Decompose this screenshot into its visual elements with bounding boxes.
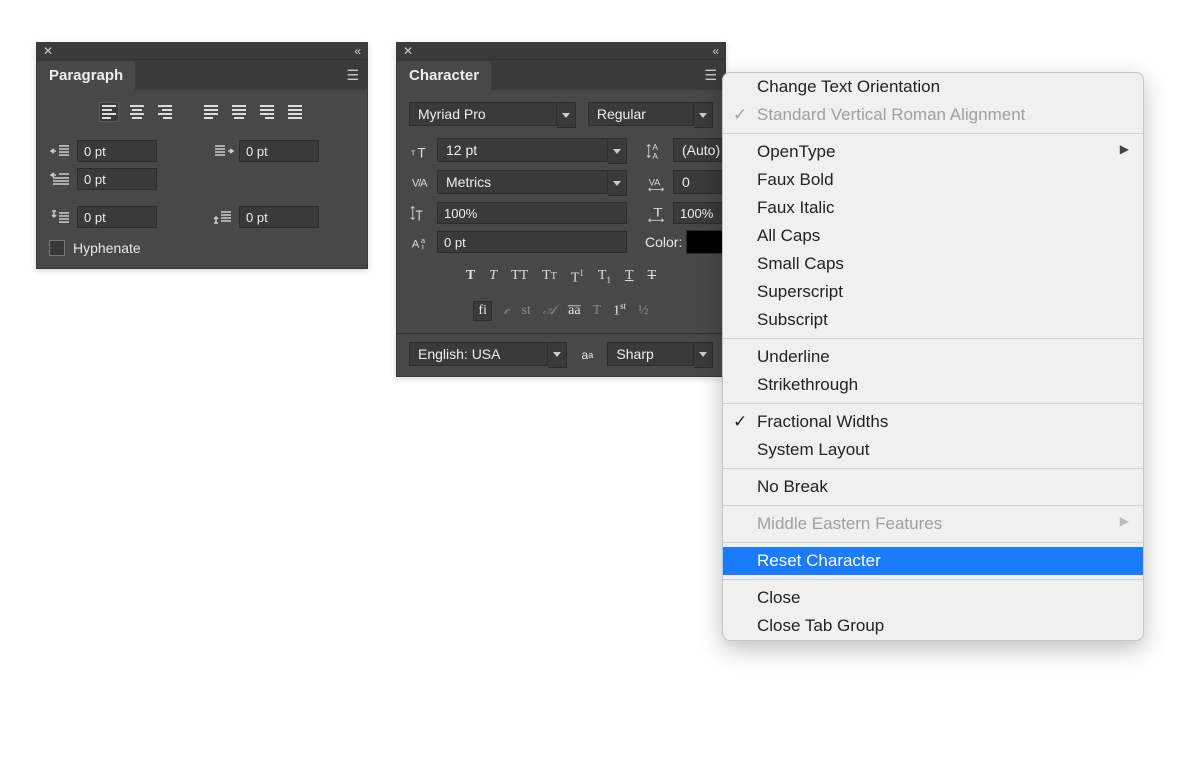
space-after-input[interactable] <box>239 206 319 228</box>
svg-text:T: T <box>653 205 663 219</box>
panel-menu-icon[interactable]: ☰ <box>346 70 359 80</box>
titling-alt-button[interactable]: T <box>593 303 602 319</box>
justify-all-button[interactable] <box>285 102 305 122</box>
menu-item-system-layout[interactable]: System Layout <box>723 436 1143 464</box>
character-panel: ✕ « Character ☰ Myriad Pro Regular TT 12… <box>396 42 726 377</box>
menu-item-small-caps[interactable]: Small Caps <box>723 250 1143 278</box>
paragraph-panel: ✕ « Paragraph ☰ <box>36 42 368 269</box>
menu-item-standard-vertical-roman-alignment: Standard Vertical Roman Alignment <box>723 101 1143 129</box>
swash-button[interactable]: 𝒜 <box>543 303 556 319</box>
indent-right-icon <box>211 141 235 161</box>
kerning-input[interactable]: Metrics <box>437 170 608 194</box>
svg-text:A: A <box>652 152 658 161</box>
character-tab[interactable]: Character <box>397 61 491 90</box>
hyphenate-checkbox[interactable] <box>49 240 65 256</box>
svg-text:VA: VA <box>649 178 661 188</box>
vertical-scale-icon: T <box>409 203 433 223</box>
chevron-down-icon[interactable] <box>557 102 576 128</box>
bold-button[interactable]: T <box>466 268 475 287</box>
chevron-down-icon[interactable] <box>694 102 713 128</box>
ligatures-button[interactable]: fi <box>473 301 492 321</box>
font-size-input[interactable]: 12 pt <box>437 138 608 162</box>
leading-icon: AA <box>645 141 669 161</box>
menu-item-faux-bold[interactable]: Faux Bold <box>723 166 1143 194</box>
justify-right-button[interactable] <box>257 102 277 122</box>
kerning-icon: V/A <box>409 173 433 193</box>
align-center-button[interactable] <box>127 102 147 122</box>
align-right-button[interactable] <box>155 102 175 122</box>
svg-text:T: T <box>411 149 416 158</box>
menu-item-underline[interactable]: Underline <box>723 343 1143 371</box>
baseline-shift-icon: Aa <box>409 232 433 252</box>
small-caps-button[interactable]: TT <box>542 268 557 287</box>
collapse-icon[interactable]: « <box>354 44 359 58</box>
font-style-select[interactable]: Regular <box>588 102 694 126</box>
menu-item-close-tab-group[interactable]: Close Tab Group <box>723 612 1143 640</box>
antialias-icon: aa <box>575 345 599 365</box>
chevron-down-icon[interactable] <box>694 342 713 368</box>
font-family-select[interactable]: Myriad Pro <box>409 102 557 126</box>
menu-item-opentype[interactable]: OpenType <box>723 138 1143 166</box>
svg-text:T: T <box>417 145 426 160</box>
color-label: Color: <box>645 234 682 250</box>
svg-text:A: A <box>652 143 658 152</box>
align-left-button[interactable] <box>99 102 119 122</box>
svg-text:A: A <box>420 178 428 190</box>
strikethrough-button[interactable]: T <box>648 268 657 287</box>
space-after-icon <box>211 207 235 227</box>
menu-item-faux-italic[interactable]: Faux Italic <box>723 194 1143 222</box>
menu-item-no-break[interactable]: No Break <box>723 473 1143 501</box>
font-size-icon: TT <box>409 141 433 161</box>
menu-item-change-text-orientation[interactable]: Change Text Orientation <box>723 73 1143 101</box>
svg-text:T: T <box>416 207 423 223</box>
vertical-scale-input[interactable] <box>437 202 627 224</box>
indent-left-input[interactable] <box>77 140 157 162</box>
first-line-indent-input[interactable] <box>77 168 157 190</box>
language-select[interactable]: English: USA <box>409 342 548 366</box>
all-caps-button[interactable]: TT <box>511 268 528 287</box>
underline-button[interactable]: T <box>625 268 634 287</box>
menu-item-all-caps[interactable]: All Caps <box>723 222 1143 250</box>
italic-button[interactable]: T <box>489 268 497 287</box>
baseline-shift-input[interactable] <box>437 231 627 253</box>
menu-item-strikethrough[interactable]: Strikethrough <box>723 371 1143 399</box>
subscript-button[interactable]: T1 <box>598 268 611 287</box>
tracking-icon: VA <box>645 173 669 193</box>
space-before-input[interactable] <box>77 206 157 228</box>
menu-item-close[interactable]: Close <box>723 584 1143 612</box>
menu-item-fractional-widths[interactable]: Fractional Widths <box>723 408 1143 436</box>
contextual-alt-button[interactable]: 𝒸 <box>504 303 510 319</box>
close-icon[interactable]: ✕ <box>43 44 53 58</box>
chevron-down-icon[interactable] <box>608 170 627 196</box>
svg-text:a: a <box>421 236 426 245</box>
menu-item-middle-eastern-features: Middle Eastern Features <box>723 510 1143 538</box>
space-before-icon <box>49 207 73 227</box>
justify-left-button[interactable] <box>201 102 221 122</box>
svg-text:A: A <box>412 239 420 251</box>
stylistic-alt-button[interactable]: a̅a̅ <box>568 303 580 319</box>
antialias-select[interactable]: Sharp <box>607 342 694 366</box>
collapse-icon[interactable]: « <box>712 44 717 58</box>
indent-left-icon <box>49 141 73 161</box>
indent-right-input[interactable] <box>239 140 319 162</box>
character-panel-menu: Change Text OrientationStandard Vertical… <box>722 72 1144 641</box>
chevron-down-icon[interactable] <box>608 138 627 164</box>
paragraph-tab[interactable]: Paragraph <box>37 61 135 90</box>
first-line-indent-icon <box>49 169 73 189</box>
menu-item-superscript[interactable]: Superscript <box>723 278 1143 306</box>
close-icon[interactable]: ✕ <box>403 44 413 58</box>
justify-center-button[interactable] <box>229 102 249 122</box>
menu-item-reset-character[interactable]: Reset Character <box>723 547 1143 575</box>
superscript-button[interactable]: T1 <box>571 268 584 287</box>
chevron-down-icon[interactable] <box>548 342 567 368</box>
horizontal-scale-icon: T <box>645 203 669 223</box>
ordinals-button[interactable]: 1st <box>613 301 626 320</box>
discretionary-lig-button[interactable]: st <box>522 303 531 319</box>
menu-item-subscript[interactable]: Subscript <box>723 306 1143 334</box>
fractions-button[interactable]: ½ <box>638 303 649 319</box>
panel-menu-icon[interactable]: ☰ <box>704 70 717 80</box>
hyphenate-label: Hyphenate <box>73 240 141 256</box>
